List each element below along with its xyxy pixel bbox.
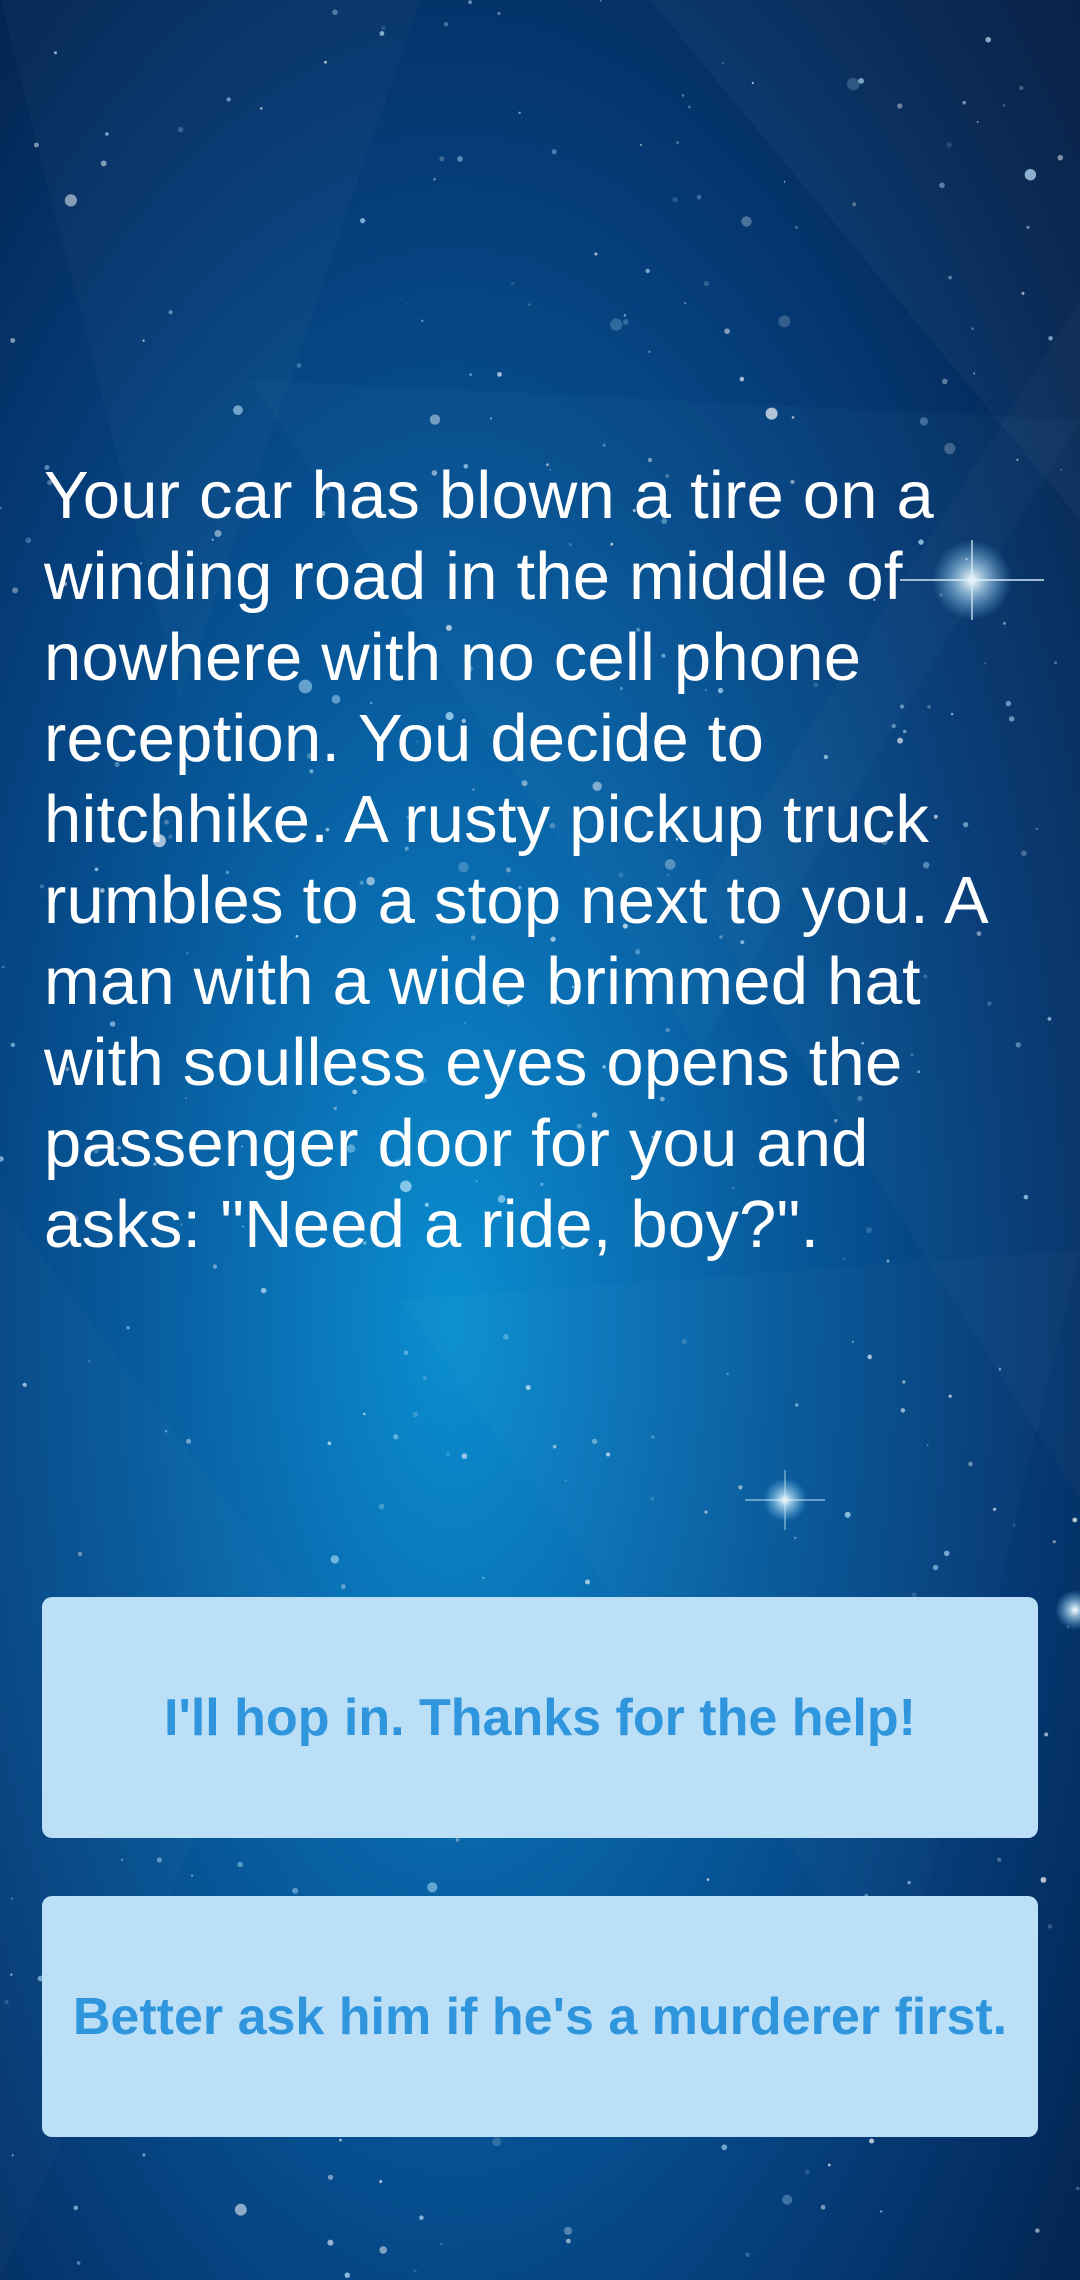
- story-text: Your car has blown a tire on a winding r…: [44, 458, 986, 1262]
- choice-button-ask-murderer[interactable]: Better ask him if he's a murderer first.: [42, 1896, 1038, 2137]
- choice-button-hop-in[interactable]: I'll hop in. Thanks for the help!: [42, 1597, 1038, 1838]
